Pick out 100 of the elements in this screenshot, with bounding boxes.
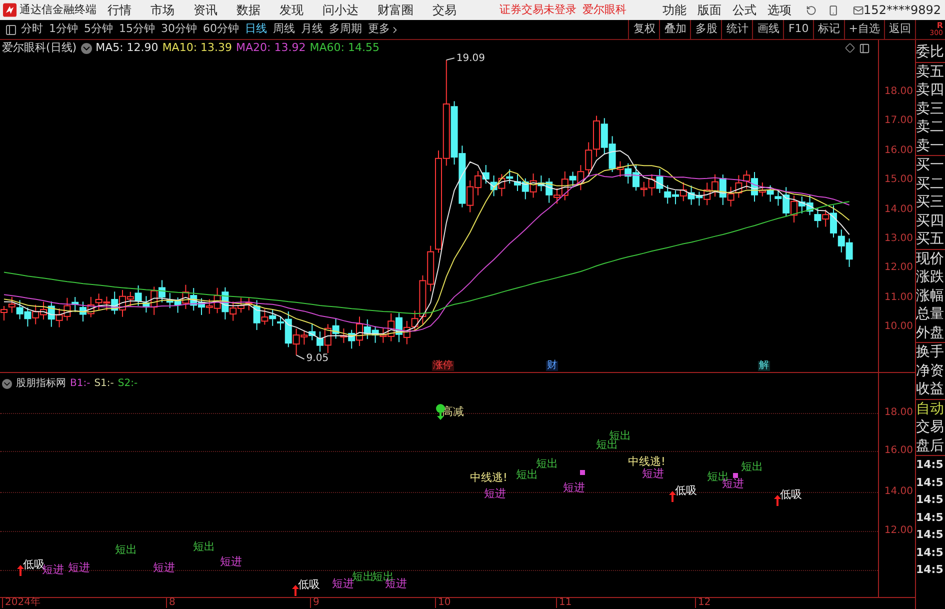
date-axis-label: 10 <box>435 598 451 608</box>
badge-letter: R <box>936 22 943 30</box>
ma-value: MA60: 14.55 <box>310 40 380 56</box>
panel-toggle-icon[interactable] <box>5 24 17 36</box>
toolbar-button[interactable]: +自选 <box>844 20 884 39</box>
price-tick-label: 14.00 <box>884 204 913 215</box>
signal-label: 短出 <box>193 541 215 552</box>
period-tab[interactable]: 分时 <box>21 21 43 38</box>
menu-item[interactable]: 行情 <box>108 1 132 19</box>
signal-label: 短出 <box>115 544 137 555</box>
quote-field-label: 自动 <box>916 400 945 418</box>
quote-field-label: 收益 <box>916 380 945 398</box>
date-axis-label: 9 <box>310 598 320 608</box>
toolbar-button[interactable]: 多股 <box>690 20 722 39</box>
menu-item[interactable]: 资讯 <box>194 1 218 19</box>
up-arrow-icon <box>17 565 24 576</box>
mail-icon[interactable] <box>852 4 864 16</box>
toolbar-button[interactable]: 画线 <box>752 20 784 39</box>
signal-label: 短进 <box>642 468 664 479</box>
diamond-icon[interactable] <box>845 43 855 53</box>
refresh-icon[interactable] <box>806 4 816 16</box>
menu-item[interactable]: 交易 <box>432 1 457 19</box>
toolbar-button[interactable]: 复权 <box>628 20 660 39</box>
menu-item[interactable]: 公式 <box>732 1 757 19</box>
stock-name[interactable]: 爱尔眼科 <box>582 2 627 18</box>
event-marker[interactable]: 财 <box>546 361 558 371</box>
account-number[interactable]: 152****9892 <box>864 1 941 19</box>
menu-item[interactable]: 财富圈 <box>378 1 414 19</box>
period-tab[interactable]: 5分钟 <box>84 21 113 38</box>
price-tick-label: 13.00 <box>884 234 913 244</box>
period-tab[interactable]: 15分钟 <box>119 21 155 38</box>
quote-field-label: 卖四 <box>916 81 945 100</box>
phone-icon[interactable] <box>828 4 839 16</box>
quote-field-label: 交易 <box>916 418 945 436</box>
price-tick-label: 17.00 <box>884 116 913 126</box>
quote-field-label: 涨幅 <box>916 286 945 305</box>
time-label: 14:5 <box>916 474 944 490</box>
quote-field-label: 买一 <box>916 156 945 174</box>
menu-item[interactable]: 功能 <box>662 1 687 19</box>
quote-field-label: 外盘 <box>916 324 945 342</box>
indicator-tick-label: 14.00 <box>884 487 913 497</box>
period-tab[interactable]: 多周期 <box>329 21 362 38</box>
up-arrow-icon <box>774 495 781 506</box>
period-tab[interactable]: 月线 <box>301 21 323 38</box>
date-axis-label: 8 <box>166 598 176 608</box>
ma-value: MA10: 13.39 <box>162 40 232 56</box>
signal-label: 短进 <box>563 482 585 493</box>
leader-line <box>446 58 455 60</box>
chevron-icon[interactable] <box>2 378 12 388</box>
event-marker[interactable]: 涨停 <box>432 361 454 371</box>
quote-field-label: 卖三 <box>916 100 945 118</box>
time-label: 14:5 <box>916 544 944 560</box>
date-axis-label: 2024年 <box>2 598 40 608</box>
up-arrow-icon <box>292 585 299 596</box>
period-tab[interactable]: 周线 <box>273 21 295 38</box>
period-tab[interactable]: 60分钟 <box>203 21 239 38</box>
menu-item[interactable]: 数据 <box>236 1 261 19</box>
login-status[interactable]: 证券交易未登录 <box>500 2 577 18</box>
app-title: 通达信金融终端 <box>20 2 98 18</box>
quote-field-label: 卖二 <box>916 118 945 136</box>
signal-label: 短进 <box>332 578 354 589</box>
toolbar-button[interactable]: F10 <box>783 20 813 39</box>
indicator-value: B1:- <box>70 377 90 391</box>
date-axis-label: 11 <box>556 598 572 608</box>
menu-item[interactable]: 发现 <box>280 1 304 19</box>
signal-label: 低吸 <box>675 485 697 496</box>
signal-label: 短进 <box>484 488 506 499</box>
square-marker-icon <box>733 473 738 478</box>
signal-label: 短进 <box>220 556 242 567</box>
event-marker[interactable]: 解 <box>758 361 770 371</box>
period-tab[interactable]: 更多 <box>368 21 400 38</box>
signal-label: 短进 <box>153 562 175 573</box>
quote-field-label: 现价 <box>916 250 945 268</box>
high-price-label: 19.09 <box>456 54 486 64</box>
time-label: 14:5 <box>916 492 944 508</box>
price-tick-label: 12.00 <box>884 263 913 274</box>
signal-label: 短进 <box>42 564 64 575</box>
signal-label: 中线逃! <box>470 472 508 483</box>
toolbar-button[interactable]: 返回 <box>884 20 915 39</box>
signal-label: 短出 <box>609 430 631 441</box>
panel-icon[interactable] <box>859 42 870 54</box>
chevron-icon[interactable] <box>80 42 92 54</box>
signal-label: 短进 <box>68 562 90 573</box>
indicator-value: S1:- <box>94 377 114 391</box>
quote-field-label: 买五 <box>916 230 945 248</box>
quote-field-label: 买四 <box>916 212 945 230</box>
low-price-label: 9.05 <box>306 354 329 364</box>
period-tab[interactable]: 30分钟 <box>161 21 197 38</box>
toolbar-button[interactable]: 标记 <box>812 20 844 39</box>
price-tick-label: 18.00 <box>884 87 913 97</box>
toolbar-button[interactable]: 叠加 <box>659 20 690 39</box>
menu-item[interactable]: 问小达 <box>322 1 359 19</box>
signal-label: 短出 <box>516 469 538 480</box>
menu-item[interactable]: 版面 <box>698 1 722 19</box>
toolbar-button[interactable]: 统计 <box>721 20 752 39</box>
menu-item[interactable]: 选项 <box>768 1 792 19</box>
period-tab[interactable]: 1分钟 <box>49 21 78 38</box>
menu-item[interactable]: 市场 <box>150 1 175 19</box>
period-tab[interactable]: 日线 <box>245 21 267 38</box>
signal-label: 短出 <box>741 461 763 472</box>
